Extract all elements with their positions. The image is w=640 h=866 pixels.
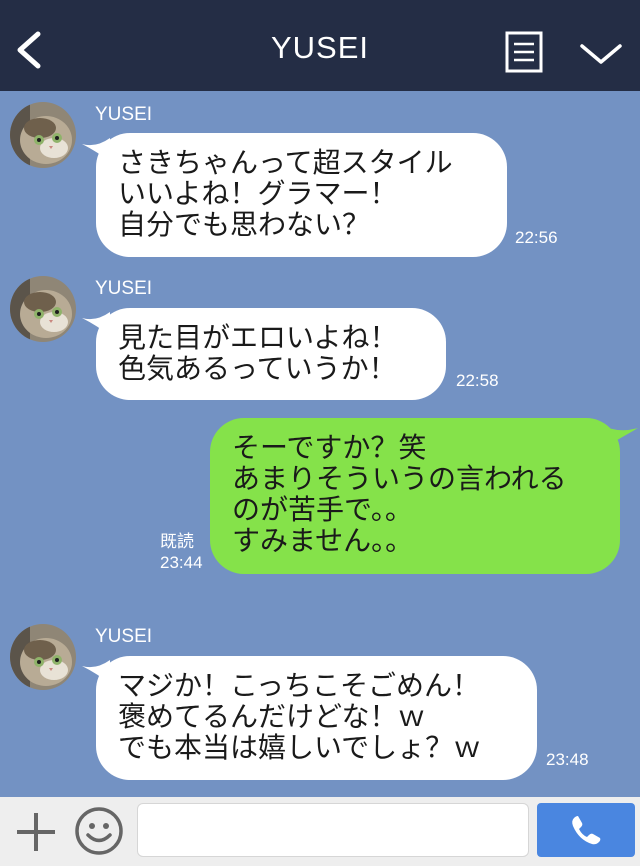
sender-name: YUSEI (95, 104, 153, 125)
phone-icon (572, 816, 601, 845)
message-text-line: いいよね！グラマー！ (118, 177, 398, 210)
chevron-down-icon[interactable] (578, 38, 624, 68)
message-time: 22:56 (515, 228, 558, 247)
message-text-line: すみません。。 (232, 524, 414, 557)
message-bubble[interactable]: 見た目がエロいよね！ 色気あるっていうか！ (96, 308, 446, 400)
chat-title: YUSEI (270, 30, 370, 65)
message-text-line: あまりそういうの言われる (232, 462, 567, 495)
message-bubble-outgoing[interactable]: そーですか？笑 あまりそういうの言われる のが苦手で。。 すみません。。 (210, 418, 620, 574)
call-button[interactable] (537, 803, 635, 857)
message-time: 23:48 (546, 750, 589, 769)
message-text-line: でも本当は嬉しいでしょ？ｗ (118, 731, 482, 764)
message-text-line: 自分でも思わない？ (118, 208, 371, 241)
avatar[interactable] (10, 624, 76, 690)
list-icon[interactable] (505, 31, 543, 73)
read-status: 既読 (160, 532, 194, 551)
message-text-line: そーですか？笑 (232, 431, 427, 464)
avatar[interactable] (10, 102, 76, 168)
message-time: 22:58 (456, 371, 499, 390)
smile-icon[interactable] (74, 806, 124, 856)
chat-header: YUSEI (0, 0, 640, 91)
message-text-line: 褒めてるんだけどな！ｗ (118, 700, 426, 733)
message-bubble[interactable]: マジか！こっちこそごめん！ 褒めてるんだけどな！ｗ でも本当は嬉しいでしょ？ｗ (96, 656, 537, 780)
read-receipt: 既読 23:44 (160, 531, 203, 573)
message-bubble[interactable]: さきちゃんって超スタイル いいよね！グラマー！ 自分でも思わない？ (96, 133, 507, 257)
message-time: 23:44 (160, 553, 203, 572)
message-text-line: マジか！こっちこそごめん！ (118, 669, 481, 702)
sender-name: YUSEI (95, 278, 153, 299)
message-text-line: のが苦手で。。 (232, 493, 413, 526)
message-text-line: 色気あるっていうか！ (118, 352, 397, 385)
plus-icon[interactable] (14, 810, 58, 854)
message-text-line: 見た目がエロいよね！ (118, 321, 398, 354)
avatar[interactable] (10, 276, 76, 342)
sender-name: YUSEI (95, 626, 153, 647)
message-input[interactable] (137, 803, 529, 857)
message-text-line: さきちゃんって超スタイル (118, 146, 453, 179)
